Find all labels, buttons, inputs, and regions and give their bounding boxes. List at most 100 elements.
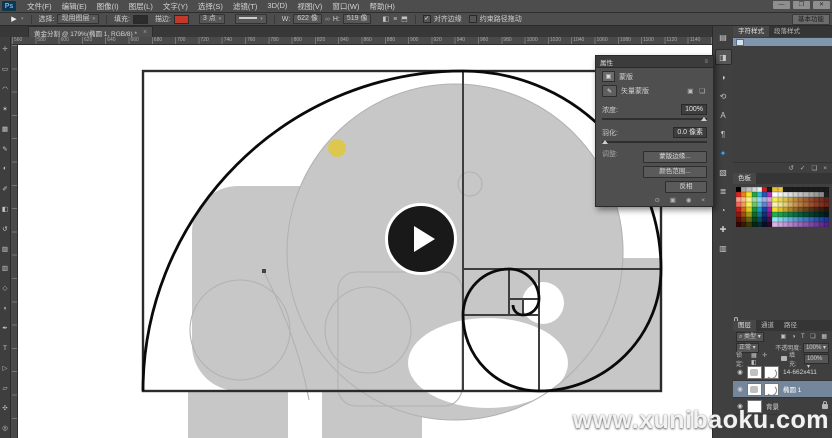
libraries-panel-icon[interactable]: ✦ [716,146,731,160]
horizontal-ruler[interactable]: 5605806006206406606807007207407607808008… [12,37,712,45]
menu-item[interactable]: 文字(Y) [158,1,193,12]
magic-wand-tool-icon[interactable]: ✶ [0,99,11,119]
move-tool-icon[interactable]: ✛ [0,39,11,59]
link-dimensions-icon[interactable]: ∞ [325,16,330,23]
adjustments-panel-icon[interactable]: ◑ [716,70,731,84]
layer-row[interactable]: ◉ 椭圆 1 [733,381,832,398]
type-tool-icon[interactable]: T [0,338,11,358]
history-brush-tool-icon[interactable]: ↺ [0,219,11,239]
info-panel-icon[interactable]: ≣ [716,184,731,198]
tab-channels[interactable]: 通道 [756,320,779,331]
feather-value[interactable]: 0.0 像素 [673,127,707,138]
menu-item[interactable]: 3D(D) [262,1,292,12]
crop-tool-icon[interactable]: ▦ [0,119,11,139]
eraser-tool-icon[interactable]: ▨ [0,239,11,259]
height-field[interactable]: 519 像 [343,14,372,24]
width-field[interactable]: 622 像 [293,14,322,24]
tab-character-styles[interactable]: 字符样式 [733,26,769,37]
marquee-tool-icon[interactable]: ▭ [0,59,11,79]
invert-button[interactable]: 反相 [665,181,707,193]
stroke-style-dropdown[interactable]: ▾ [235,14,267,24]
character-panel-icon[interactable]: A [716,108,731,122]
layer-filter-dropdown[interactable]: ⌕ 类型 ▾ [736,332,764,342]
menu-item[interactable]: 图像(I) [92,1,124,12]
blur-tool-icon[interactable]: ◇ [0,278,11,298]
clone-stamp-tool-icon[interactable]: ◧ [0,199,11,219]
menu-item[interactable]: 选择(S) [193,1,228,12]
actions-panel-icon[interactable]: ✚ [716,222,731,236]
history-panel-icon[interactable]: ▤ [716,30,731,44]
healing-tool-icon[interactable]: ◐ [0,159,11,179]
vector-mask-button[interactable]: ✎ [602,85,617,97]
menu-item[interactable]: 视图(V) [292,1,327,12]
layer-name[interactable]: 椭圆 1 [783,384,801,394]
path-arrange-icon[interactable]: ⬒ [401,15,408,23]
pen-tool-icon[interactable]: ✒ [0,318,11,338]
hand-tool-icon[interactable]: ✣ [0,398,11,418]
menu-item[interactable]: 滤镜(T) [228,1,263,12]
path-anchor-point[interactable] [262,269,266,273]
gradient-tool-icon[interactable]: ▥ [0,258,11,278]
panel-menu-icon[interactable]: ≡ [704,59,709,65]
menu-item[interactable]: 图层(L) [124,1,158,12]
style-list-selected-item[interactable] [733,38,832,46]
layer-thumbnail[interactable] [747,383,762,396]
tab-close-icon[interactable]: × [143,29,147,36]
layer-mask-thumbnail[interactable] [764,366,779,379]
redefine-style-icon[interactable]: ↺ [788,164,793,172]
dodge-tool-icon[interactable]: ◖ [0,298,11,318]
path-alignment-icon[interactable]: ≡ [393,16,397,23]
layer-thumbnail[interactable] [747,366,762,379]
play-button[interactable] [385,203,457,275]
density-slider[interactable] [602,118,707,120]
mask-edge-button[interactable]: 蒙版边缘... [643,151,707,163]
maximize-button[interactable]: ❐ [793,1,810,9]
opacity-value[interactable]: 100% ▾ [803,343,829,353]
menu-item[interactable]: 文件(F) [22,1,57,12]
path-select-tool-icon[interactable]: ▷ [0,358,11,378]
layer-filter-icons[interactable]: ▣ ◑ T ❏ ▦ [781,333,829,340]
align-edges-checkbox[interactable]: ✓ [423,15,431,23]
layer-visibility-icon[interactable]: ◉ [735,368,745,376]
layer-visibility-icon[interactable]: ◉ [735,385,745,393]
constrain-path-checkbox[interactable]: ✓ [469,15,477,23]
new-style-icon[interactable]: ❏ [811,164,817,172]
workspace-switcher-button[interactable]: 基本功能 [792,14,830,25]
lock-all-icon[interactable] [781,356,787,361]
tab-swatches[interactable]: 色板 [733,173,756,184]
tab-paths[interactable]: 路径 [779,320,802,331]
lock-buttons[interactable]: ▦ ✛ ◧ [751,352,779,366]
layer-mask-thumbnail[interactable] [764,383,779,396]
add-mask-icons[interactable]: ▣ ❏ [687,87,707,95]
properties-panel-icon[interactable]: ◨ [715,49,732,65]
vertical-ruler[interactable] [12,45,18,438]
styles-panel-icon[interactable]: ▧ [716,165,731,179]
layer-name[interactable]: 14-662x411 [783,369,817,376]
color-swatch[interactable] [824,222,829,227]
apply-style-icon[interactable]: ✓ [800,164,805,172]
shape-tool-icon[interactable]: ▱ [0,378,11,398]
minimize-button[interactable]: — [773,1,790,9]
menu-item[interactable]: 窗口(W) [327,1,364,12]
tab-paragraph-styles[interactable]: 段落样式 [769,26,805,37]
close-button[interactable]: ✕ [813,1,830,9]
feather-slider-knob[interactable] [602,140,608,144]
stroke-swatch[interactable] [174,15,189,24]
feather-slider[interactable] [602,141,707,143]
style-list-empty-area[interactable] [733,46,832,162]
zoom-tool-icon[interactable]: ◎ [0,418,11,438]
path-operations-icon[interactable]: ◧ [382,15,389,23]
menu-item[interactable]: 帮助(H) [365,1,400,12]
color-range-button[interactable]: 颜色范围... [643,166,707,178]
brush-panel-icon[interactable]: ▥ [716,241,731,255]
delete-style-icon[interactable]: × [823,165,827,172]
stroke-width-field[interactable]: 3 点▾ [199,14,225,24]
path-select-tool-icon[interactable]: ▶ [7,15,21,24]
density-value[interactable]: 100% [681,104,707,115]
lasso-tool-icon[interactable]: ◠ [0,79,11,99]
paragraph-panel-icon[interactable]: ¶ [716,127,731,141]
layer-row[interactable]: ◉ 14-662x411 [733,364,832,381]
brush-tool-icon[interactable]: ✐ [0,179,11,199]
fill-swatch[interactable] [133,15,148,24]
navigator-panel-icon[interactable]: ◔ [716,203,731,217]
